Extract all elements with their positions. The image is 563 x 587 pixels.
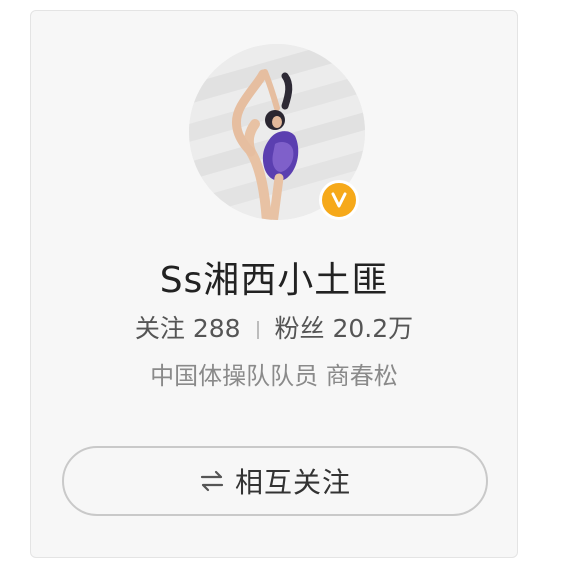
followers-stat[interactable]: 粉丝 20.2万 bbox=[274, 314, 413, 343]
followers-label: 粉丝 bbox=[274, 314, 325, 343]
follow-stats: 关注 288 粉丝 20.2万 bbox=[31, 309, 517, 345]
mutual-follow-label: 相互关注 bbox=[234, 466, 351, 499]
following-count: 288 bbox=[192, 314, 241, 343]
verified-v-badge-icon bbox=[319, 180, 359, 220]
profile-card: Ss湘西小土匪 关注 288 粉丝 20.2万 中国体操队队员 商春松 相互关注 bbox=[30, 10, 518, 558]
username: Ss湘西小土匪 bbox=[159, 260, 389, 301]
following-stat[interactable]: 关注 288 bbox=[135, 314, 249, 343]
mutual-follow-button[interactable]: 相互关注 bbox=[62, 446, 488, 516]
bio-text: 中国体操队队员 商春松 bbox=[150, 362, 398, 390]
avatar-container bbox=[189, 44, 365, 220]
mutual-follow-arrows-icon bbox=[199, 470, 225, 492]
following-label: 关注 bbox=[134, 314, 185, 343]
followers-count: 20.2万 bbox=[332, 314, 414, 343]
stats-divider bbox=[256, 321, 259, 339]
